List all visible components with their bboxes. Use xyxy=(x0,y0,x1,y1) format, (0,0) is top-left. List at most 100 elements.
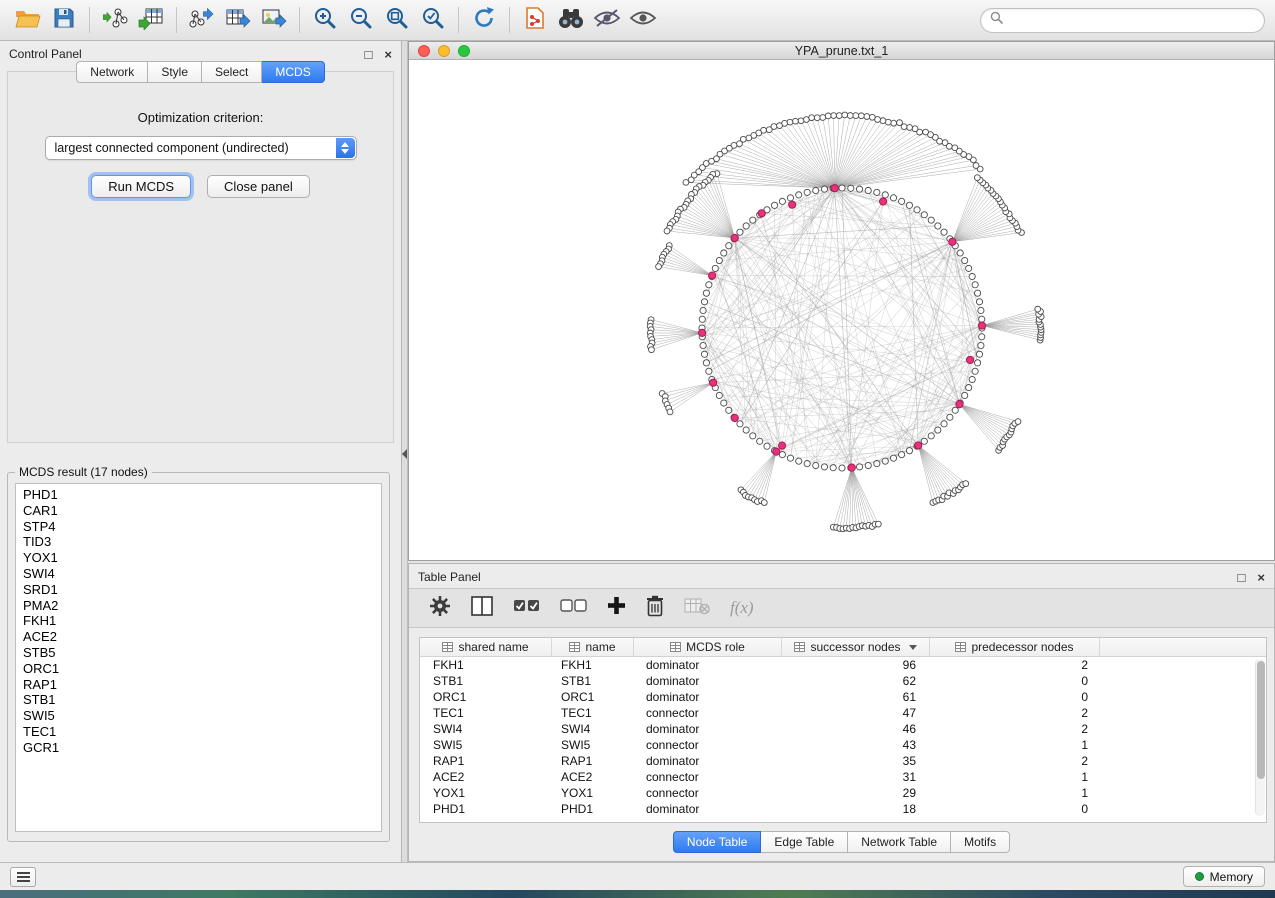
network-node[interactable] xyxy=(869,114,875,120)
mcds-list-item[interactable]: SWI4 xyxy=(23,566,374,582)
network-node[interactable] xyxy=(821,464,827,470)
maximize-window-icon[interactable] xyxy=(458,45,470,57)
mcds-list-item[interactable]: SWI5 xyxy=(23,708,374,724)
network-node[interactable] xyxy=(737,229,743,235)
network-node[interactable] xyxy=(787,455,793,461)
network-edge[interactable] xyxy=(952,183,983,242)
network-node[interactable] xyxy=(973,163,979,169)
network-node[interactable] xyxy=(891,120,897,126)
column-header-shared-name[interactable]: shared name xyxy=(420,638,552,656)
network-node[interactable] xyxy=(796,458,802,464)
network-edge[interactable] xyxy=(952,199,998,242)
criterion-select[interactable]: largest connected component (undirected) xyxy=(45,136,357,160)
network-edge[interactable] xyxy=(852,468,863,526)
export-network-button[interactable] xyxy=(184,4,220,36)
network-hub-node[interactable] xyxy=(731,234,738,241)
network-edge[interactable] xyxy=(959,404,1011,429)
network-hub-node[interactable] xyxy=(915,442,922,449)
table-row[interactable]: RAP1RAP1dominator352 xyxy=(420,753,1266,769)
network-node[interactable] xyxy=(856,186,862,192)
network-node[interactable] xyxy=(962,257,968,263)
mcds-list-item[interactable]: TEC1 xyxy=(23,724,374,740)
network-edge[interactable] xyxy=(741,452,776,490)
network-edge[interactable] xyxy=(782,403,960,446)
network-node[interactable] xyxy=(957,250,963,256)
network-node[interactable] xyxy=(703,360,709,366)
export-table-button[interactable] xyxy=(220,4,256,36)
network-edge[interactable] xyxy=(669,383,713,408)
table-row[interactable]: YOX1YOX1connector291 xyxy=(420,785,1266,801)
network-node[interactable] xyxy=(716,392,722,398)
zoom-fit-button[interactable] xyxy=(379,4,415,36)
network-node[interactable] xyxy=(928,433,934,439)
network-edge[interactable] xyxy=(918,445,943,496)
network-hub-node[interactable] xyxy=(949,238,956,245)
network-node[interactable] xyxy=(831,113,837,119)
network-edge[interactable] xyxy=(667,383,713,405)
network-edge[interactable] xyxy=(790,122,835,188)
network-edge[interactable] xyxy=(745,452,776,496)
network-edge[interactable] xyxy=(711,177,735,238)
search-network-button[interactable] xyxy=(553,4,589,36)
network-hub-node[interactable] xyxy=(966,356,973,363)
network-node[interactable] xyxy=(882,192,888,198)
network-edge[interactable] xyxy=(837,468,852,528)
open-file-button[interactable] xyxy=(10,4,46,36)
network-node[interactable] xyxy=(979,334,985,340)
hide-visual-button[interactable] xyxy=(589,4,625,36)
add-column-button[interactable] xyxy=(607,596,626,620)
network-edge[interactable] xyxy=(835,157,969,189)
network-edge[interactable] xyxy=(664,254,712,275)
network-canvas-area[interactable] xyxy=(409,60,1274,560)
network-node[interactable] xyxy=(1035,306,1041,312)
mcds-list-item[interactable]: PHD1 xyxy=(23,487,374,503)
network-node[interactable] xyxy=(979,316,985,322)
network-node[interactable] xyxy=(821,186,827,192)
network-hub-node[interactable] xyxy=(956,401,963,408)
network-node[interactable] xyxy=(969,273,975,279)
network-edge[interactable] xyxy=(712,276,868,466)
network-node[interactable] xyxy=(842,112,848,118)
mcds-list-item[interactable]: STB1 xyxy=(23,692,374,708)
network-node[interactable] xyxy=(779,198,785,204)
network-node[interactable] xyxy=(766,127,772,133)
network-node[interactable] xyxy=(726,243,732,249)
network-node[interactable] xyxy=(787,195,793,201)
table-row[interactable]: SWI4SWI4dominator462 xyxy=(420,721,1266,737)
network-edge[interactable] xyxy=(662,257,712,275)
network-edge[interactable] xyxy=(952,218,1010,242)
network-edge[interactable] xyxy=(665,383,713,397)
network-node[interactable] xyxy=(874,461,880,467)
network-edge[interactable] xyxy=(702,210,917,333)
network-node[interactable] xyxy=(825,113,831,119)
network-edge[interactable] xyxy=(835,166,976,189)
network-node[interactable] xyxy=(941,229,947,235)
network-node[interactable] xyxy=(975,360,981,366)
network-edge[interactable] xyxy=(695,193,735,239)
network-node[interactable] xyxy=(683,180,689,186)
mcds-list-item[interactable]: STP4 xyxy=(23,519,374,535)
toolbar-search[interactable] xyxy=(980,8,1265,33)
network-edge[interactable] xyxy=(852,468,879,524)
network-edge[interactable] xyxy=(749,138,835,188)
network-node[interactable] xyxy=(921,212,927,218)
network-node[interactable] xyxy=(972,368,978,374)
tab-network-table[interactable]: Network Table xyxy=(848,831,951,853)
float-panel-icon[interactable]: □ xyxy=(365,48,373,61)
network-node[interactable] xyxy=(865,462,871,468)
network-node[interactable] xyxy=(839,465,845,471)
table-row[interactable]: STB1STB1dominator620 xyxy=(420,673,1266,689)
network-edge[interactable] xyxy=(652,333,702,340)
mcds-list-item[interactable]: PMA2 xyxy=(23,598,374,614)
network-edge[interactable] xyxy=(918,445,958,489)
tab-style[interactable]: Style xyxy=(148,61,202,83)
network-node[interactable] xyxy=(978,342,984,348)
network-node[interactable] xyxy=(750,433,756,439)
network-edge[interactable] xyxy=(650,326,702,333)
mcds-list-item[interactable]: ACE2 xyxy=(23,629,374,645)
share-document-button[interactable] xyxy=(517,4,553,36)
network-hub-node[interactable] xyxy=(710,379,717,386)
network-node[interactable] xyxy=(793,118,799,124)
network-edge[interactable] xyxy=(665,383,713,401)
network-edge[interactable] xyxy=(959,404,1000,447)
